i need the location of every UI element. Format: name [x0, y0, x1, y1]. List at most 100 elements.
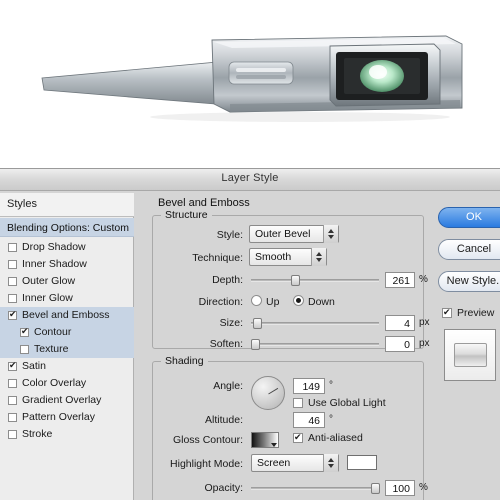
chevron-updown-icon — [323, 454, 338, 472]
checkbox-inner-shadow[interactable] — [8, 260, 17, 269]
style-item-stroke[interactable]: Stroke — [0, 426, 134, 443]
soften-input[interactable]: 0 — [385, 336, 415, 352]
technique-value: Smooth — [255, 251, 292, 263]
checkbox-contour[interactable] — [20, 326, 29, 337]
bevel-style-value: Outer Bevel — [255, 228, 311, 240]
soften-row-label: Soften: — [209, 338, 243, 350]
new-style-button[interactable]: New Style... — [438, 271, 500, 292]
style-item-inner-glow[interactable]: Inner Glow — [0, 290, 134, 307]
altitude-row-label: Altitude: — [205, 414, 243, 426]
opacity-slider-track[interactable] — [251, 487, 379, 490]
checkbox-preview[interactable] — [442, 306, 452, 318]
style-item-inner-shadow[interactable]: Inner Shadow — [0, 256, 134, 273]
blending-options-row[interactable]: Blending Options: Custom — [0, 218, 134, 237]
style-item-label: Drop Shadow — [22, 241, 86, 253]
use-global-light-label: Use Global Light — [308, 397, 386, 409]
style-item-label: Bevel and Emboss — [22, 309, 110, 321]
angle-input[interactable]: 149 — [293, 378, 325, 394]
ok-button[interactable]: OK — [438, 207, 500, 228]
highlight-mode-row-label: Highlight Mode: — [170, 458, 243, 470]
checkbox-pattern-overlay[interactable] — [8, 413, 17, 422]
checkbox-satin[interactable] — [8, 360, 17, 371]
opacity-row-label: Opacity: — [204, 482, 243, 494]
checkbox-gradient-overlay[interactable] — [8, 396, 17, 405]
style-item-color-overlay[interactable]: Color Overlay — [0, 375, 134, 392]
radio-direction-down[interactable] — [293, 295, 304, 306]
checkbox-texture[interactable] — [20, 345, 29, 354]
style-item-label: Pattern Overlay — [22, 411, 95, 423]
depth-unit: % — [419, 274, 428, 285]
angle-row-label: Angle: — [213, 380, 243, 392]
style-item-label: Stroke — [22, 428, 53, 440]
style-item-gradient-overlay[interactable]: Gradient Overlay — [0, 392, 134, 409]
dialog-titlebar[interactable]: Layer Style — [0, 169, 500, 191]
opacity-slider-thumb[interactable] — [371, 483, 380, 494]
styles-panel-header: Styles — [0, 193, 134, 217]
direction-row-label: Direction: — [198, 296, 243, 308]
chevron-down-icon — [271, 443, 277, 447]
opacity-input[interactable]: 100 — [385, 480, 415, 496]
style-item-contour[interactable]: Contour — [0, 324, 134, 341]
style-item-label: Color Overlay — [22, 377, 87, 389]
soften-unit: px — [419, 338, 430, 349]
style-item-satin[interactable]: Satin — [0, 358, 134, 375]
depth-slider-track[interactable] — [251, 279, 379, 282]
bevel-style-select[interactable]: Outer Bevel — [249, 225, 339, 243]
size-slider-thumb[interactable] — [253, 318, 262, 329]
style-item-texture[interactable]: Texture — [0, 341, 134, 358]
soften-slider-thumb[interactable] — [251, 339, 260, 350]
document-preview-area — [0, 0, 500, 168]
checkbox-bevel-and-emboss[interactable] — [8, 309, 17, 320]
dialog-actions: OK Cancel New Style... Preview — [434, 197, 500, 500]
style-item-pattern-overlay[interactable]: Pattern Overlay — [0, 409, 134, 426]
styles-panel-title: Styles — [7, 198, 37, 210]
checkbox-stroke[interactable] — [8, 430, 17, 439]
chevron-updown-icon — [323, 225, 338, 243]
size-input[interactable]: 4 — [385, 315, 415, 331]
checkbox-use-global-light[interactable] — [293, 398, 303, 408]
highlight-mode-value: Screen — [257, 457, 291, 469]
radio-direction-up[interactable] — [251, 295, 262, 306]
angle-dial[interactable] — [251, 376, 285, 410]
style-item-label: Contour — [34, 326, 72, 338]
bevel-emboss-panel: Bevel and Emboss Structure Style: Outer … — [140, 197, 430, 500]
dialog-title: Layer Style — [221, 172, 279, 184]
style-item-bevel-and-emboss[interactable]: Bevel and Emboss — [0, 307, 134, 324]
screenshot-root: Layer Style Styles Blending Options: Cus… — [0, 0, 500, 500]
radio-direction-up-label: Up — [266, 296, 280, 308]
style-item-drop-shadow[interactable]: Drop Shadow — [0, 239, 134, 256]
checkbox-color-overlay[interactable] — [8, 379, 17, 388]
depth-slider-thumb[interactable] — [291, 275, 300, 286]
style-item-label: Texture — [34, 343, 69, 355]
style-preview-shape — [454, 343, 487, 367]
structure-group: Structure Style: Outer Bevel Technique: … — [152, 209, 430, 352]
gloss-contour-swatch[interactable] — [251, 432, 279, 448]
panel-title: Bevel and Emboss — [158, 197, 250, 209]
angle-unit: ° — [329, 380, 333, 391]
cancel-button[interactable]: Cancel — [438, 239, 500, 260]
checkbox-anti-aliased[interactable] — [293, 431, 303, 443]
radio-direction-down-label: Down — [308, 296, 335, 308]
checkbox-drop-shadow[interactable] — [8, 243, 17, 252]
style-item-label: Outer Glow — [22, 275, 76, 287]
checkbox-outer-glow[interactable] — [8, 277, 17, 286]
checkbox-inner-glow[interactable] — [8, 294, 17, 303]
highlight-color-swatch[interactable] — [347, 455, 377, 470]
metallic-object-render — [41, 35, 463, 122]
opacity-unit: % — [419, 482, 428, 493]
technique-select[interactable]: Smooth — [249, 248, 327, 266]
size-row-label: Size: — [219, 317, 243, 329]
size-slider-track[interactable] — [251, 322, 379, 325]
soften-slider-track[interactable] — [251, 343, 379, 346]
style-item-label: Satin — [22, 360, 46, 372]
chevron-updown-icon — [311, 248, 326, 266]
layer-style-dialog: Layer Style Styles Blending Options: Cus… — [0, 168, 500, 500]
blending-options-label: Blending Options: Custom — [7, 222, 129, 234]
style-item-label: Inner Glow — [22, 292, 73, 304]
gloss-contour-row-label: Gloss Contour: — [172, 434, 243, 446]
depth-row-label: Depth: — [212, 274, 243, 286]
highlight-mode-select[interactable]: Screen — [251, 454, 339, 472]
style-item-outer-glow[interactable]: Outer Glow — [0, 273, 134, 290]
depth-input[interactable]: 261 — [385, 272, 415, 288]
altitude-input[interactable]: 46 — [293, 412, 325, 428]
